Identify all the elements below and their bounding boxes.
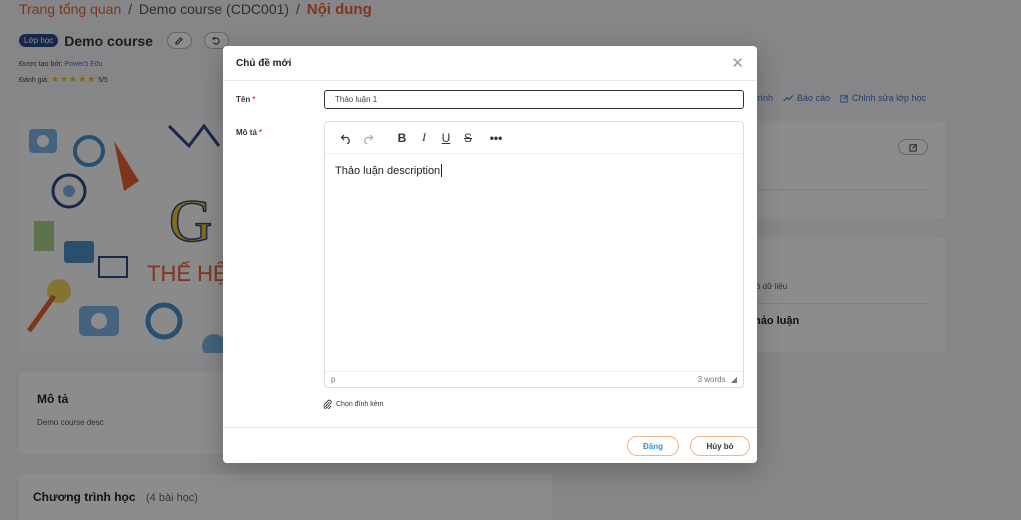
- word-count-area: 3 words ◢: [698, 375, 737, 384]
- redo-icon[interactable]: [357, 127, 379, 149]
- editor-toolbar: B I U S •••: [325, 122, 743, 154]
- more-options-icon[interactable]: •••: [485, 127, 507, 149]
- description-label: Mô tả *: [236, 128, 262, 137]
- element-path[interactable]: p: [331, 375, 335, 384]
- topic-name-input[interactable]: [324, 90, 744, 109]
- rich-text-editor: B I U S ••• Thảo luận description p 3 wo…: [324, 121, 744, 388]
- attach-file-link[interactable]: Chọn đính kèm: [323, 399, 383, 409]
- dialog-title: Chủ đề mới: [236, 57, 292, 69]
- strikethrough-icon[interactable]: S: [457, 127, 479, 149]
- cancel-button[interactable]: Hủy bỏ: [690, 436, 750, 456]
- new-topic-dialog: Chủ đề mới ✕ Tên* Mô tả* B I U S: [223, 46, 757, 463]
- dialog-footer: Đăng Hủy bỏ: [223, 427, 757, 463]
- name-label-text: Tên: [236, 95, 251, 104]
- text-caret: [441, 164, 443, 177]
- italic-icon[interactable]: I: [413, 127, 435, 149]
- bold-icon[interactable]: B: [391, 127, 413, 149]
- required-mark: *: [258, 128, 263, 137]
- undo-icon[interactable]: [335, 127, 357, 149]
- page: Trang tổng quan / Demo course (CDC001) /…: [0, 0, 1021, 520]
- resize-handle-icon[interactable]: ◢: [731, 375, 737, 384]
- attach-label: Chọn đính kèm: [336, 400, 384, 408]
- description-label-text: Mô tả: [236, 128, 257, 137]
- paperclip-icon: [323, 399, 332, 409]
- close-icon[interactable]: ✕: [731, 56, 744, 71]
- editor-statusbar: p 3 words ◢: [325, 371, 743, 387]
- name-label: Tên *: [236, 95, 255, 104]
- post-button[interactable]: Đăng: [627, 436, 679, 456]
- underline-icon[interactable]: U: [435, 127, 457, 149]
- dialog-header: Chủ đề mới ✕: [223, 46, 757, 81]
- editor-text: Thảo luận description: [335, 164, 441, 177]
- word-count[interactable]: 3 words: [698, 375, 726, 384]
- required-mark: *: [252, 95, 256, 104]
- editor-content-area[interactable]: Thảo luận description: [335, 164, 443, 177]
